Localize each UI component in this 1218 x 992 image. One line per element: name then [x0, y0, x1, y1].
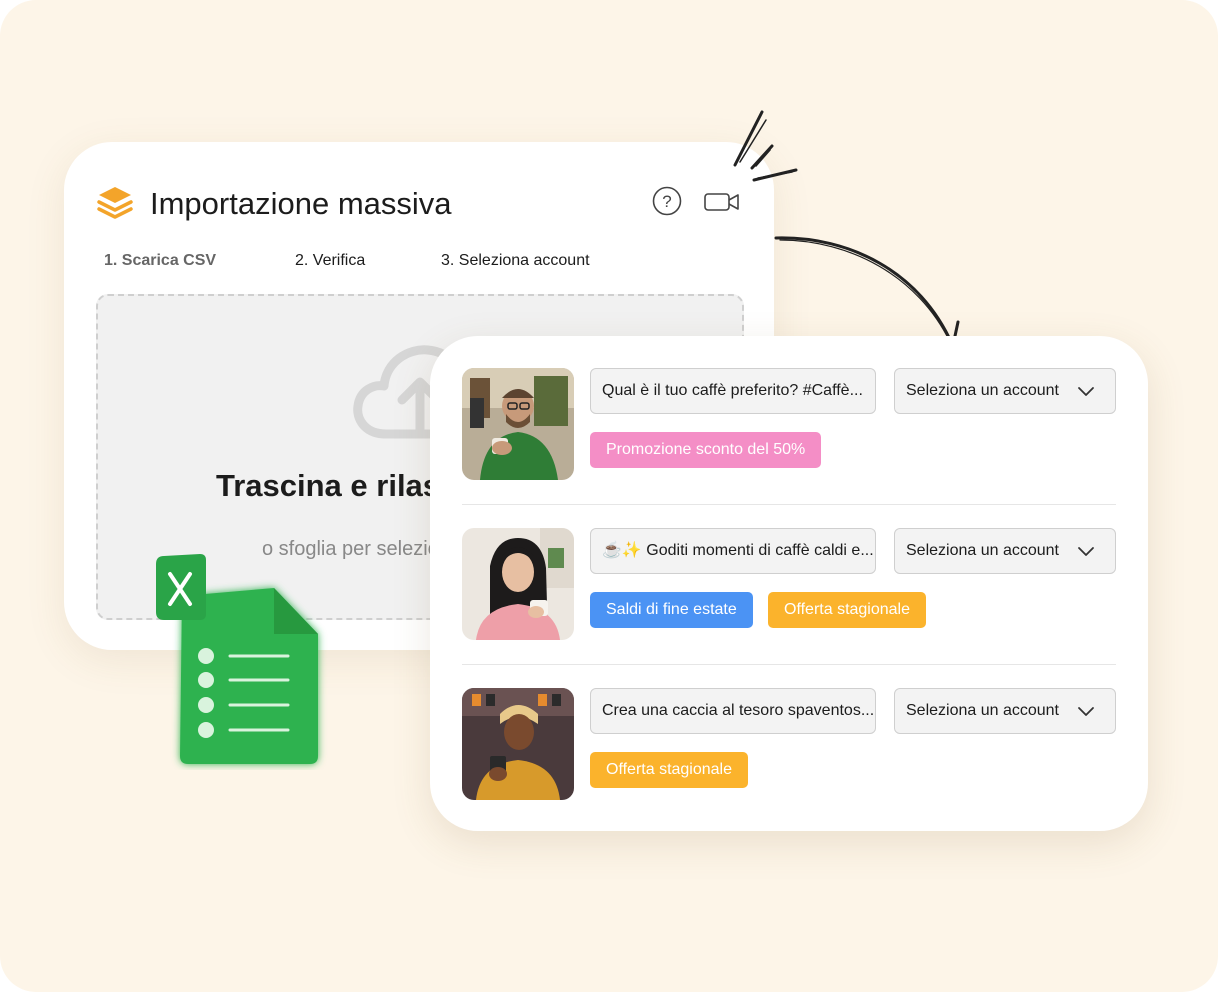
tag-badge[interactable]: Offerta stagionale [590, 752, 749, 788]
step-select-account[interactable]: 3. Seleziona account [441, 252, 590, 270]
divider [462, 664, 1116, 665]
tag-badge[interactable]: Saldi di fine estate [590, 592, 753, 628]
tag-badge[interactable]: Offerta stagionale [768, 592, 927, 628]
account-select[interactable]: Seleziona un account [894, 368, 1116, 414]
account-select[interactable]: Seleziona un account [894, 688, 1116, 734]
account-select-label: Seleziona un account [906, 382, 1059, 399]
caption-input[interactable]: ☕✨ Goditi momenti di caffè caldi e... [590, 528, 876, 574]
help-icon[interactable]: ? [652, 186, 682, 216]
post-thumbnail [462, 368, 574, 480]
post-row: ☕✨ Goditi momenti di caffè caldi e... Se… [462, 528, 1116, 640]
step-download-csv[interactable]: 1. Scarica CSV [104, 252, 216, 270]
caption-input[interactable]: Crea una caccia al tesoro spaventos... [590, 688, 876, 734]
divider [462, 504, 1116, 505]
caption-input[interactable]: Qual è il tuo caffè preferito? #Caffè... [590, 368, 876, 414]
chevron-down-icon [1078, 387, 1094, 396]
svg-text:?: ? [662, 192, 671, 211]
account-select-label: Seleziona un account [906, 542, 1059, 559]
chevron-down-icon [1078, 707, 1094, 716]
account-select-label: Seleziona un account [906, 702, 1059, 719]
layers-icon [97, 187, 133, 219]
chevron-down-icon [1078, 547, 1094, 556]
spreadsheet-file-icon [156, 554, 318, 764]
posts-card: Qual è il tuo caffè preferito? #Caffè...… [430, 336, 1148, 831]
post-thumbnail [462, 528, 574, 640]
tag-badge[interactable]: Promozione sconto del 50% [590, 432, 822, 468]
account-select[interactable]: Seleziona un account [894, 528, 1116, 574]
video-camera-icon[interactable] [704, 190, 740, 214]
post-row: Qual è il tuo caffè preferito? #Caffè...… [462, 368, 1116, 480]
post-thumbnail [462, 688, 574, 800]
step-verify[interactable]: 2. Verifica [295, 252, 365, 270]
post-row: Crea una caccia al tesoro spaventos... S… [462, 688, 1116, 800]
page-title: Importazione massiva [150, 186, 452, 221]
